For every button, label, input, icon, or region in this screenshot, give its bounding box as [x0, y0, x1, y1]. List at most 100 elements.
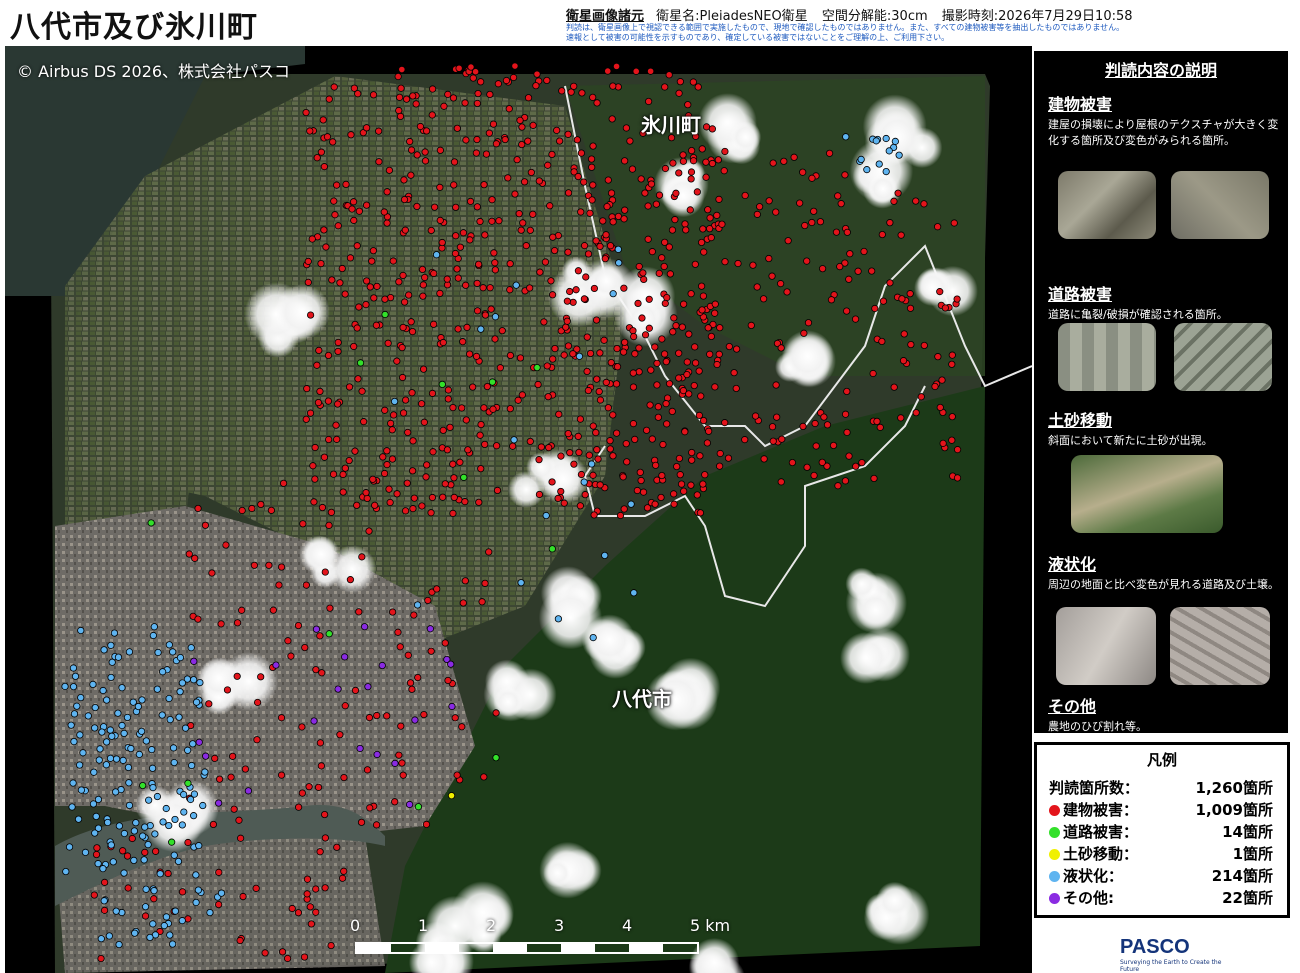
damage-point-marker	[115, 940, 123, 949]
damage-point-marker	[99, 686, 107, 695]
damage-point-marker	[811, 419, 819, 428]
damage-point-marker	[428, 493, 437, 502]
damage-point-marker	[703, 439, 711, 447]
damage-point-marker	[606, 437, 614, 445]
damage-point-marker	[679, 151, 687, 159]
damage-point-marker	[661, 299, 669, 308]
damage-point-marker	[459, 338, 467, 346]
damage-point-marker	[98, 728, 106, 736]
damage-point-marker	[330, 197, 338, 205]
damage-point-marker	[436, 289, 444, 298]
damage-point-marker	[609, 290, 617, 298]
damage-point-marker	[596, 481, 604, 489]
damage-point-marker	[419, 292, 427, 300]
page-title: 八代市及び氷川町	[10, 10, 258, 45]
damage-point-marker	[347, 131, 355, 139]
damage-point-marker	[725, 342, 733, 351]
damage-point-marker	[317, 762, 325, 770]
damage-point-marker	[562, 323, 570, 331]
damage-point-marker	[473, 307, 482, 315]
damage-point-marker	[665, 380, 674, 388]
damage-point-marker	[141, 823, 149, 831]
damage-point-marker	[102, 761, 110, 769]
damage-point-marker	[699, 292, 707, 300]
damage-point-marker	[747, 321, 755, 329]
cloud	[274, 283, 330, 340]
damage-point-marker	[466, 197, 475, 205]
damage-point-marker	[514, 396, 522, 404]
damage-point-marker	[653, 359, 661, 367]
damage-point-marker	[406, 679, 415, 687]
damage-point-marker	[130, 856, 138, 865]
damage-point-marker	[602, 378, 610, 386]
damage-point-marker	[112, 755, 121, 763]
damage-point-marker	[689, 157, 698, 165]
damage-point-marker	[313, 154, 321, 162]
damage-point-marker	[351, 447, 359, 455]
damage-point-marker	[716, 449, 724, 458]
damage-point-marker	[589, 181, 597, 189]
damage-point-marker	[135, 750, 143, 758]
damage-point-marker	[846, 250, 854, 258]
damage-point-marker	[253, 736, 261, 744]
damage-point-marker	[647, 366, 655, 374]
damage-point-marker	[147, 519, 155, 527]
damage-point-marker	[191, 554, 199, 562]
damage-point-marker	[356, 359, 365, 367]
damage-point-marker	[675, 169, 683, 177]
satellite-name: 衛星名:PleiadesNEO衛星	[656, 9, 808, 24]
damage-point-marker	[381, 295, 389, 303]
damage-point-marker	[823, 421, 832, 429]
damage-point-marker	[265, 561, 273, 569]
damage-point-marker	[362, 489, 370, 497]
damage-point-marker	[812, 442, 820, 450]
damage-point-marker	[311, 475, 319, 483]
legend-dot	[1049, 805, 1060, 816]
damage-point-marker	[594, 455, 602, 463]
damage-point-marker	[362, 201, 371, 209]
damage-point-marker	[336, 279, 344, 287]
damage-point-marker	[318, 669, 326, 677]
damage-point-marker	[582, 273, 590, 281]
damage-point-marker	[383, 447, 391, 455]
damage-point-marker	[453, 771, 461, 779]
damage-point-marker	[194, 615, 202, 623]
damage-point-marker	[936, 403, 944, 412]
damage-point-marker	[687, 290, 695, 298]
damage-point-marker	[383, 461, 391, 469]
damage-point-marker	[491, 266, 499, 274]
satellite-map[interactable]: © Airbus DS 2026、株式会社パスコ 氷川町 八代市 0 1 2 3…	[5, 46, 1032, 973]
damage-point-marker	[502, 76, 511, 85]
damage-point-marker	[169, 744, 178, 752]
damage-point-marker	[373, 711, 381, 720]
damage-point-marker	[369, 475, 377, 483]
damage-point-marker	[333, 181, 341, 189]
damage-point-marker	[581, 491, 589, 499]
damage-point-marker	[685, 390, 693, 398]
damage-point-marker	[589, 142, 597, 150]
damage-point-marker	[215, 900, 223, 909]
damage-point-marker	[140, 856, 148, 864]
legend-label: 道路被害：	[1063, 823, 1139, 841]
damage-point-marker	[238, 606, 246, 614]
damage-point-marker	[397, 84, 405, 92]
damage-point-marker	[309, 462, 317, 470]
damage-point-marker	[333, 435, 341, 443]
damage-point-marker	[330, 83, 338, 91]
damage-point-marker	[769, 159, 777, 167]
cloud	[840, 632, 892, 684]
damage-point-marker	[381, 406, 389, 414]
legend-total-count: 1,260箇所	[1195, 779, 1273, 797]
damage-point-marker	[215, 799, 223, 807]
damage-point-marker	[554, 494, 562, 503]
damage-point-marker	[150, 895, 158, 903]
damage-point-marker	[661, 164, 670, 173]
damage-point-marker	[780, 157, 788, 165]
damage-point-marker	[184, 779, 192, 787]
damage-point-marker	[827, 296, 836, 304]
damage-point-marker	[466, 236, 474, 244]
damage-point-marker	[447, 660, 455, 668]
damage-point-marker	[444, 386, 453, 394]
damage-point-marker	[529, 210, 537, 218]
building-damage-thumbnail-1	[1058, 171, 1156, 239]
